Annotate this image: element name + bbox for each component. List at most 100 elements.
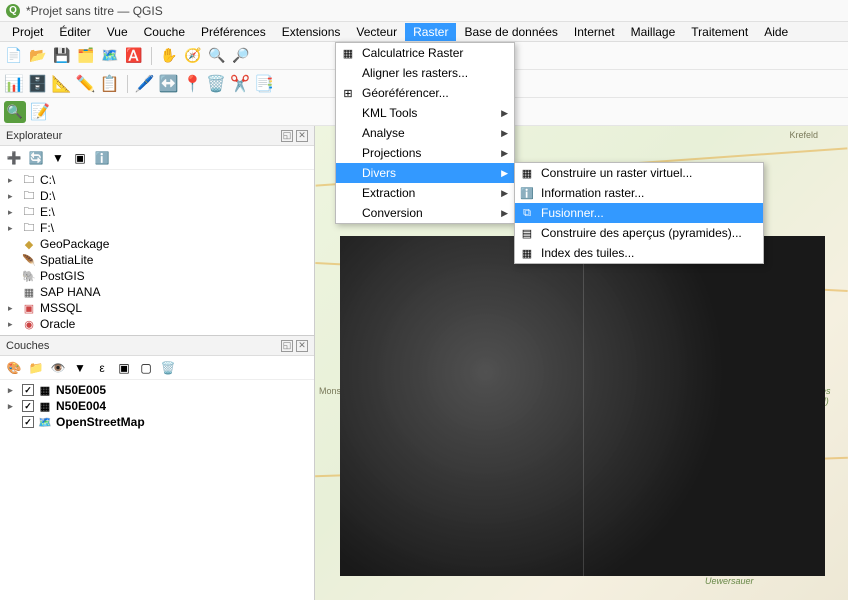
toggle-editing-icon[interactable]: ✏️ [76,74,96,94]
pan-icon[interactable]: ✋ [159,46,179,66]
divers-submenu: ▦Construire un raster virtuel... ℹ️Infor… [514,162,764,264]
pan-to-selection-icon[interactable]: 🧭 [183,46,203,66]
style-icon[interactable]: 🎨 [6,360,22,376]
expression-filter-icon[interactable]: ε [94,360,110,376]
layer-n50e005: ▸✓▦N50E005 [4,382,310,398]
move-feature-icon[interactable]: ↔️ [159,74,179,94]
map-label-mons: Mons [319,386,341,396]
layers-title: Couches [6,340,49,352]
node-tool-icon[interactable]: 📍 [182,74,202,94]
map-label-krefeld: Krefeld [789,130,818,140]
title-bar: Q *Projet sans titre — QGIS [0,0,848,22]
menu-item-conversion[interactable]: Conversion▶ [336,203,514,223]
collapse-all-icon[interactable]: ▣ [72,150,88,166]
window-title: *Projet sans titre — QGIS [26,4,163,18]
add-group-icon[interactable]: 📁 [28,360,44,376]
menu-item-analyse[interactable]: Analyse▶ [336,123,514,143]
layers-panel: Couches ◱ ✕ 🎨 📁 👁️ ▼ ε ▣ ▢ 🗑️ ▸✓▦N50E005… [0,336,314,600]
raster-overlay [340,236,825,576]
submenu-item-index-tuiles[interactable]: ▦Index des tuiles... [515,243,763,263]
menu-item-projections[interactable]: Projections▶ [336,143,514,163]
filter-icon[interactable]: ▼ [50,150,66,166]
menu-item-divers[interactable]: Divers▶ [336,163,514,183]
remove-layer-icon[interactable]: 🗑️ [160,360,176,376]
new-project-icon[interactable]: 📄 [4,46,24,66]
new-shapefile-icon[interactable]: 📐 [52,74,72,94]
layer-checkbox[interactable]: ✓ [22,384,34,396]
layer-checkbox[interactable]: ✓ [22,416,34,428]
explorer-item-mssql: ▸▣MSSQL [4,300,310,316]
explorer-title: Explorateur [6,130,62,142]
explorer-item-f: ▸🗀F:\ [4,220,310,236]
add-feature-icon[interactable]: 🖊️ [135,74,155,94]
add-raster-icon[interactable]: 🗄️ [28,74,48,94]
explorer-header: Explorateur ◱ ✕ [0,126,314,146]
zoom-out-icon[interactable]: 🔎 [231,46,251,66]
submenu-item-fusionner[interactable]: ⧉Fusionner... [515,203,763,223]
show-layout-manager-icon[interactable]: 🗺️ [100,46,120,66]
layer-n50e004: ▸✓▦N50E004 [4,398,310,414]
menu-item-aligner-rasters[interactable]: Aligner les rasters... [336,63,514,83]
save-project-icon[interactable]: 💾 [52,46,72,66]
undock-icon[interactable]: ◱ [281,340,293,352]
explorer-item-postgis: 🐘PostGIS [4,268,310,284]
explorer-item-c: ▸🗀C:\ [4,172,310,188]
save-edits-icon[interactable]: 📋 [100,74,120,94]
zoom-in-icon[interactable]: 🔍 [207,46,227,66]
menu-traitement[interactable]: Traitement [683,23,756,41]
menu-base-de-donnees[interactable]: Base de données [456,23,565,41]
explorer-item-oracle: ▸◉Oracle [4,316,310,332]
qgis-logo-icon: Q [6,4,20,18]
quick-osm-icon[interactable]: 📝 [30,102,50,122]
properties-icon[interactable]: ℹ️ [94,150,110,166]
menu-item-georeferencer[interactable]: ⊞Géoréférencer... [336,83,514,103]
add-layer-icon[interactable]: ➕ [6,150,22,166]
menu-bar: Projet Éditer Vue Couche Préférences Ext… [0,22,848,42]
layer-openstreetmap: ✓🗺️OpenStreetMap [4,414,310,430]
menu-maillage[interactable]: Maillage [623,23,684,41]
close-panel-icon[interactable]: ✕ [296,130,308,142]
explorer-item-d: ▸🗀D:\ [4,188,310,204]
menu-vue[interactable]: Vue [99,23,136,41]
menu-item-extraction[interactable]: Extraction▶ [336,183,514,203]
cut-features-icon[interactable]: ✂️ [230,74,250,94]
submenu-item-information-raster[interactable]: ℹ️Information raster... [515,183,763,203]
filter-legend-icon[interactable]: ▼ [72,360,88,376]
menu-item-kml-tools[interactable]: KML Tools▶ [336,103,514,123]
layer-checkbox[interactable]: ✓ [22,400,34,412]
explorer-toolbar: ➕ 🔄 ▼ ▣ ℹ️ [0,146,314,170]
submenu-item-construire-apercus[interactable]: ▤Construire des aperçus (pyramides)... [515,223,763,243]
menu-item-calculatrice-raster[interactable]: ▦Calculatrice Raster [336,43,514,63]
delete-selected-icon[interactable]: 🗑️ [206,74,226,94]
manage-visibility-icon[interactable]: 👁️ [50,360,66,376]
menu-preferences[interactable]: Préférences [193,23,274,41]
add-vector-icon[interactable]: 📊 [4,74,24,94]
locator-search-icon[interactable]: 🔍 [4,101,26,123]
menu-internet[interactable]: Internet [566,23,623,41]
menu-couche[interactable]: Couche [136,23,193,41]
copy-features-icon[interactable]: 📑 [254,74,274,94]
menu-editer[interactable]: Éditer [51,23,98,41]
collapse-all-layers-icon[interactable]: ▢ [138,360,154,376]
expand-all-icon[interactable]: ▣ [116,360,132,376]
explorer-item-saphana: ▦SAP HANA [4,284,310,300]
raster-menu-dropdown: ▦Calculatrice Raster Aligner les rasters… [335,42,515,224]
menu-extensions[interactable]: Extensions [274,23,349,41]
open-project-icon[interactable]: 📂 [28,46,48,66]
menu-raster[interactable]: Raster [405,23,456,41]
toolbar-separator [127,75,128,93]
explorer-tree[interactable]: ▸🗀C:\ ▸🗀D:\ ▸🗀E:\ ▸🗀F:\ ◆GeoPackage 🪶Spa… [0,170,314,335]
style-manager-icon[interactable]: 🅰️ [124,46,144,66]
explorer-item-e: ▸🗀E:\ [4,204,310,220]
layers-tree[interactable]: ▸✓▦N50E005 ▸✓▦N50E004 ✓🗺️OpenStreetMap [0,380,314,600]
menu-vecteur[interactable]: Vecteur [348,23,405,41]
close-panel-icon[interactable]: ✕ [296,340,308,352]
submenu-item-construire-raster-virtuel[interactable]: ▦Construire un raster virtuel... [515,163,763,183]
new-print-layout-icon[interactable]: 🗂️ [76,46,96,66]
menu-aide[interactable]: Aide [756,23,796,41]
undock-icon[interactable]: ◱ [281,130,293,142]
layers-header: Couches ◱ ✕ [0,336,314,356]
refresh-icon[interactable]: 🔄 [28,150,44,166]
explorer-panel: Explorateur ◱ ✕ ➕ 🔄 ▼ ▣ ℹ️ ▸🗀C:\ ▸🗀D:\ ▸… [0,126,314,336]
menu-projet[interactable]: Projet [4,23,51,41]
